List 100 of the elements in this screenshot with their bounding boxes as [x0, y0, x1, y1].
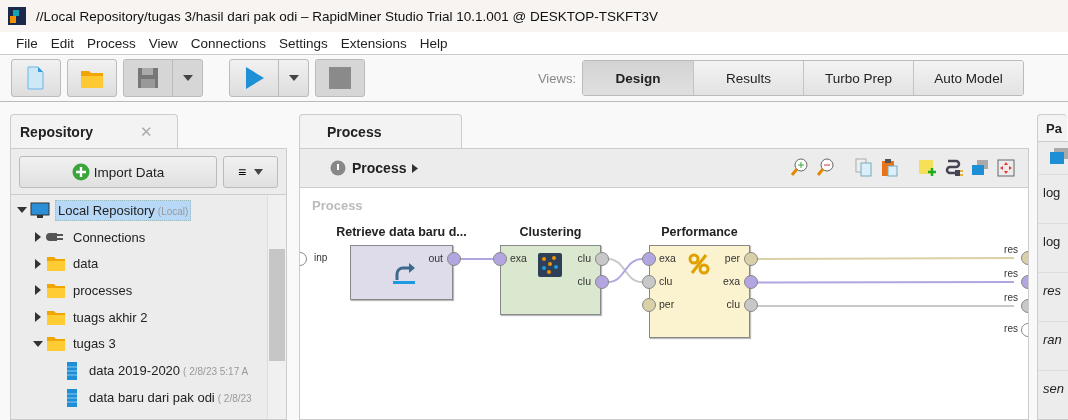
item-meta: (Local): [157, 205, 189, 217]
view-tab[interactable]: Design: [583, 61, 693, 95]
port-label: exa: [723, 275, 740, 287]
tree-item[interactable]: tuags akhir 2: [71, 307, 150, 327]
port-label: out: [428, 252, 443, 264]
layers-icon: [970, 158, 990, 178]
process-tab[interactable]: Process: [299, 114, 462, 148]
tree-item[interactable]: data 2019-2020 ( 2/8/23 5:17 A: [87, 360, 251, 380]
menu-item[interactable]: Help: [419, 35, 448, 51]
window-title: //Local Repository/tugas 3/hasil dari pak odi – RapidMiner Studio Trial 10.1.001 @ DESKTOP-TSKFT3V: [36, 8, 658, 24]
port-label: res: [1004, 244, 1018, 255]
folder-icon: [46, 334, 66, 354]
fit-view-icon: [996, 158, 1016, 178]
zoom-out-icon: [816, 158, 836, 178]
menu-item[interactable]: Process: [87, 35, 136, 51]
menu-item[interactable]: Edit: [50, 35, 75, 51]
parameter-label: res: [1038, 272, 1068, 321]
scrollbar[interactable]: [267, 195, 286, 419]
zoom-in-icon: [790, 158, 810, 178]
operator-title: Performance: [660, 225, 739, 239]
crossed-connection-lines-drawing: [607, 258, 643, 283]
port[interactable]: [744, 252, 758, 266]
operator-node[interactable]: exa clu per per exa clu: [649, 245, 750, 338]
tab-title: Repository: [20, 123, 94, 140]
parameters-tab[interactable]: Pa: [1037, 114, 1067, 141]
add-note-icon: [918, 158, 938, 178]
import-data-button[interactable]: Import Data: [19, 156, 217, 188]
views-label: Views:: [537, 70, 576, 86]
canvas-label: Process: [312, 198, 363, 213]
port-label: res: [1004, 292, 1018, 303]
port-label: clu: [577, 275, 591, 287]
process-icon: [330, 160, 346, 176]
item-label: data baru dari pak odi: [89, 389, 215, 405]
port[interactable]: [493, 252, 507, 266]
parameter-label: log: [1038, 223, 1068, 272]
folder-icon: [46, 254, 66, 274]
tab-title: Process: [327, 123, 382, 140]
menu-item[interactable]: Extensions: [340, 35, 407, 51]
expand-arrow-icon[interactable]: [33, 232, 43, 243]
expand-arrow-icon[interactable]: [33, 258, 43, 269]
tree-item[interactable]: tugas 3: [71, 334, 118, 354]
item-meta: ( 2/8/23 5:17 A: [183, 365, 249, 377]
port-label: exa: [659, 252, 676, 264]
view-tab[interactable]: Turbo Prep: [803, 61, 913, 95]
menu-item[interactable]: View: [148, 35, 178, 51]
view-tab[interactable]: Auto Model: [913, 61, 1023, 95]
menu-item[interactable]: File: [16, 35, 38, 51]
item-label: Local Repository: [58, 202, 155, 218]
port[interactable]: [447, 252, 461, 266]
caret-icon: [182, 75, 193, 81]
port-label: clu: [659, 275, 673, 287]
port[interactable]: [595, 275, 609, 289]
menu-item[interactable]: Connections: [190, 35, 266, 51]
paste-icon: [880, 158, 900, 178]
connection-line: [459, 258, 494, 260]
plug-icon: [944, 158, 964, 178]
caret-icon: [412, 163, 419, 173]
process-canvas[interactable]: Process inp Retrieve data baru d... out Clustering exa clu clu Performance exa clu per per exa clu res res res res: [300, 188, 1028, 419]
expand-arrow-icon[interactable]: [33, 338, 43, 349]
stop-icon: [327, 65, 353, 91]
port[interactable]: [595, 252, 609, 266]
parameter-label: log: [1038, 174, 1068, 223]
port-label: clu: [577, 252, 591, 264]
operator-node[interactable]: exa clu clu: [500, 245, 601, 315]
port[interactable]: [744, 298, 758, 312]
port[interactable]: [744, 275, 758, 289]
item-label: data 2019-2020: [89, 362, 181, 378]
copy-icon: [854, 158, 874, 178]
tree-item[interactable]: data baru dari pak odi ( 2/8/23: [87, 387, 254, 407]
parameter-label: ran: [1038, 321, 1068, 370]
breadcrumb[interactable]: Process: [330, 160, 419, 176]
port[interactable]: [642, 275, 656, 289]
operator-title: Clustering: [518, 225, 583, 239]
menu-item[interactable]: Settings: [278, 35, 328, 51]
add-icon: [71, 163, 90, 181]
operator-title: Retrieve data baru d...: [335, 225, 468, 239]
port-label: res: [1004, 268, 1018, 279]
expand-arrow-icon[interactable]: [33, 285, 43, 296]
caret-icon: [288, 75, 299, 81]
tree-item[interactable]: Local Repository (Local): [55, 199, 192, 221]
tree-item[interactable]: Connections: [71, 227, 148, 247]
app-logo-icon: [8, 7, 26, 25]
tree-item[interactable]: data: [71, 254, 101, 274]
port[interactable]: [642, 298, 656, 312]
port-label: exa: [510, 252, 527, 264]
monitor-icon: [30, 200, 50, 220]
operator-node[interactable]: out: [350, 245, 453, 300]
port-label: res: [1004, 323, 1018, 334]
expand-arrow-icon[interactable]: [33, 312, 43, 323]
save-icon: [135, 65, 161, 91]
menu-button[interactable]: ≡: [223, 156, 278, 188]
parameter-label: sen: [1038, 370, 1068, 419]
repository-tab[interactable]: Repository ✕: [10, 114, 178, 148]
port[interactable]: [642, 252, 656, 266]
view-tab[interactable]: Results: [693, 61, 803, 95]
port-label: per: [659, 298, 675, 310]
port-label: clu: [726, 298, 740, 310]
tab-title: Pa: [1046, 120, 1062, 136]
tree-item[interactable]: processes: [71, 280, 135, 300]
breadcrumb-label: Process: [352, 160, 407, 176]
